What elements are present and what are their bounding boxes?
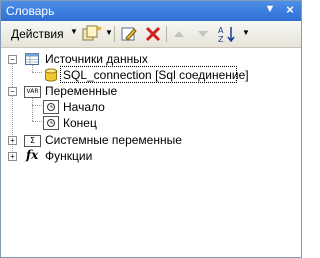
tree-item-label: SQL_connection [Sql соединение] — [63, 68, 249, 82]
actions-menu-button[interactable]: Действия ▼ — [7, 24, 87, 44]
collapse-icon[interactable]: − — [8, 87, 17, 96]
variables-icon: VAR — [24, 86, 41, 98]
new-item-icon[interactable] — [81, 24, 103, 44]
move-down-icon[interactable] — [195, 24, 211, 44]
variable-icon — [43, 100, 59, 114]
tree-item-sql-connection[interactable]: SQL_connection [Sql соединение] — [1, 67, 301, 83]
tree-item-label: Конец — [63, 116, 97, 130]
toolbar-separator — [166, 26, 167, 42]
panel-title: Словарь — [6, 4, 55, 18]
database-icon — [45, 68, 57, 82]
collapse-icon[interactable]: − — [8, 55, 17, 64]
functions-icon: fx — [26, 148, 39, 162]
sort-az-icon[interactable]: A Z — [217, 24, 237, 44]
datasource-icon — [25, 53, 39, 65]
new-item-dropdown-icon[interactable]: ▼ — [105, 28, 113, 48]
chevron-down-icon: ▼ — [70, 27, 78, 36]
tree-item-label: Системные переменные — [45, 133, 182, 147]
expand-icon[interactable]: + — [8, 152, 17, 161]
edit-icon[interactable] — [119, 24, 139, 44]
close-icon[interactable]: × — [282, 2, 298, 19]
expand-icon[interactable]: + — [8, 136, 17, 145]
panel-title-bar: Словарь ▼ × — [1, 1, 301, 21]
tree-item-label: Начало — [63, 100, 105, 114]
tree-item-label: Источники данных — [45, 52, 148, 66]
tree-item-label: Функции — [45, 149, 93, 163]
delete-icon[interactable] — [144, 24, 162, 44]
actions-label: Действия — [11, 27, 64, 41]
system-variables-icon: Σ — [24, 135, 41, 147]
tree-item-variables[interactable]: − VAR Переменные — [1, 83, 301, 99]
tree-item-variable-start[interactable]: Начало — [1, 99, 301, 115]
move-up-icon[interactable] — [171, 24, 187, 44]
sort-dropdown-icon[interactable]: ▼ — [242, 28, 250, 48]
dictionary-tree: − Источники данных SQL_connection [Sql с… — [1, 48, 301, 257]
svg-text:Z: Z — [218, 35, 224, 44]
variable-icon — [43, 116, 59, 130]
tree-item-data-sources[interactable]: − Источники данных — [1, 51, 301, 67]
svg-text:A: A — [218, 26, 224, 35]
toolbar-separator — [114, 26, 115, 42]
tree-item-functions[interactable]: + fx Функции — [1, 148, 301, 164]
tree-item-system-variables[interactable]: + Σ Системные переменные — [1, 132, 301, 148]
pin-icon[interactable]: ▼ — [263, 3, 277, 18]
tree-item-label: Переменные — [45, 84, 118, 98]
tree-item-variable-end[interactable]: Конец — [1, 115, 301, 131]
dictionary-panel: Словарь ▼ × Действия ▼ ▼ A Z ▼ − Источни… — [0, 0, 302, 258]
toolbar: Действия ▼ ▼ A Z ▼ — [1, 21, 301, 48]
